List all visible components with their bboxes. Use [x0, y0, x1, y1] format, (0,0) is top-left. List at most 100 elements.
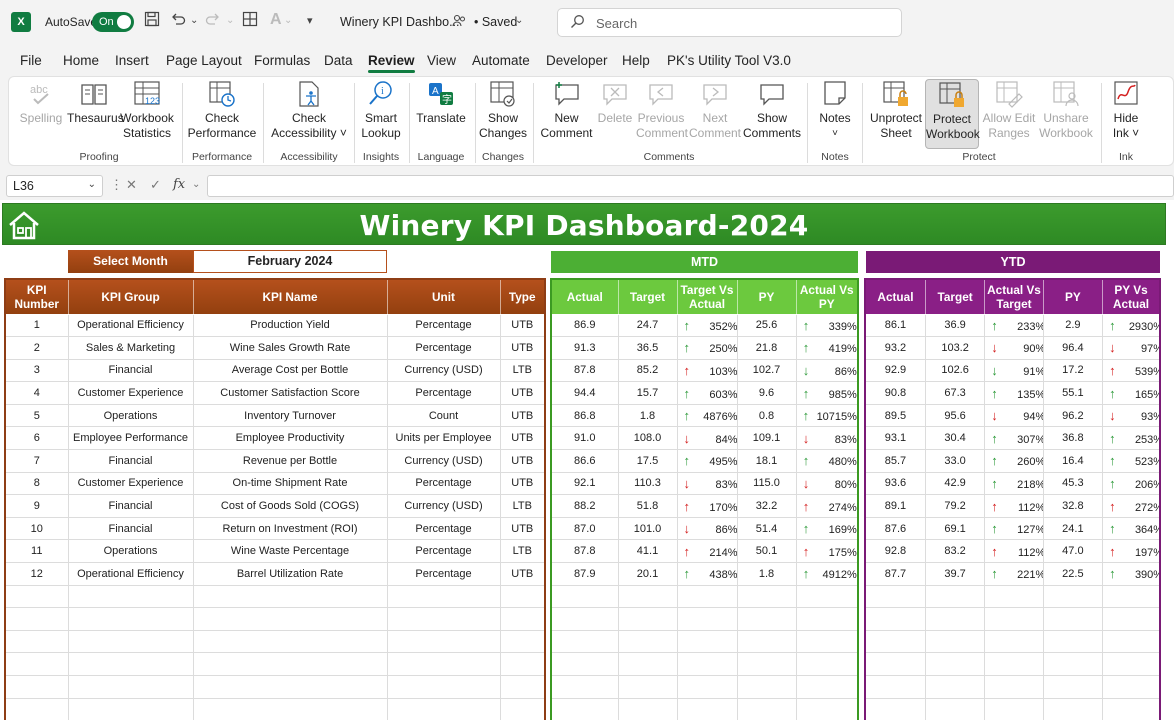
ytd-actual-cell[interactable]: 89.5	[865, 404, 926, 428]
mtd-actual-cell[interactable]: 86.9	[551, 314, 619, 338]
empty-cell[interactable]	[68, 652, 194, 676]
empty-cell[interactable]	[500, 652, 546, 676]
ytd-actual-cell[interactable]: 93.6	[865, 472, 926, 496]
autosave-toggle[interactable]: On	[92, 12, 134, 32]
kpi-group-cell[interactable]: Operational Efficiency	[68, 314, 194, 338]
ytd-target-cell[interactable]: 39.7	[925, 562, 986, 586]
ytd-actual-vs-target-cell[interactable]: ↑ 112%	[984, 539, 1044, 564]
mtd-target-vs-actual-cell[interactable]: ↑ 103%	[677, 359, 738, 383]
empty-cell[interactable]	[5, 652, 69, 676]
next-comment-button[interactable]: Next Comment	[689, 79, 741, 141]
empty-cell[interactable]	[925, 607, 986, 631]
unit-cell[interactable]: Percentage	[387, 539, 501, 564]
type-cell[interactable]: UTB	[500, 449, 546, 473]
empty-cell[interactable]	[193, 675, 388, 699]
document-title[interactable]: Winery KPI Dashbo...	[340, 15, 460, 29]
mtd-actual-vs-py-cell[interactable]: ↑ 10715%	[796, 404, 859, 428]
check-performance-button[interactable]: Check Performance	[187, 79, 257, 141]
type-cell[interactable]: UTB	[500, 426, 546, 451]
mtd-target-vs-actual-cell[interactable]: ↑ 352%	[677, 314, 738, 338]
empty-cell[interactable]	[5, 675, 69, 699]
mtd-actual-vs-py-cell[interactable]: ↑ 339%	[796, 314, 859, 338]
empty-cell[interactable]	[5, 630, 69, 654]
mtd-target-cell[interactable]: 41.1	[618, 539, 678, 564]
mtd-actual-cell[interactable]: 87.8	[551, 539, 619, 564]
empty-cell[interactable]	[551, 675, 619, 699]
redo-dropdown-icon[interactable]: ⌄	[226, 15, 234, 26]
ytd-actual-vs-target-cell[interactable]: ↓ 90%	[984, 336, 1044, 360]
empty-cell[interactable]	[796, 607, 859, 631]
kpi-name-cell[interactable]: Revenue per Bottle	[193, 449, 388, 473]
empty-cell[interactable]	[737, 652, 797, 676]
empty-cell[interactable]	[551, 607, 619, 631]
mtd-py-cell[interactable]: 51.4	[737, 517, 797, 541]
kpi-number-cell[interactable]: 11	[5, 539, 69, 564]
mtd-py-cell[interactable]: 9.6	[737, 381, 797, 405]
mtd-target-vs-actual-cell[interactable]: ↑ 250%	[677, 336, 738, 360]
ytd-target-cell[interactable]: 36.9	[925, 314, 986, 338]
empty-cell[interactable]	[925, 698, 986, 720]
kpi-name-cell[interactable]: Wine Sales Growth Rate	[193, 336, 388, 360]
ytd-actual-cell[interactable]: 92.8	[865, 539, 926, 564]
mtd-actual-cell[interactable]: 87.8	[551, 359, 619, 383]
empty-cell[interactable]	[677, 585, 738, 609]
mtd-py-cell[interactable]: 109.1	[737, 426, 797, 451]
ytd-target-cell[interactable]: 67.3	[925, 381, 986, 405]
enter-icon[interactable]: ✓	[150, 177, 161, 193]
cancel-icon[interactable]: ✕	[126, 177, 137, 193]
empty-cell[interactable]	[1102, 607, 1161, 631]
unit-cell[interactable]: Count	[387, 404, 501, 428]
ytd-py-cell[interactable]: 45.3	[1043, 472, 1104, 496]
empty-cell[interactable]	[1043, 607, 1104, 631]
empty-cell[interactable]	[387, 675, 501, 699]
hide-ink-button[interactable]: Hide Ink ˅	[1107, 79, 1145, 141]
empty-cell[interactable]	[984, 675, 1044, 699]
ytd-py-cell[interactable]: 17.2	[1043, 359, 1104, 383]
mtd-py-cell[interactable]: 0.8	[737, 404, 797, 428]
ytd-target-cell[interactable]: 95.6	[925, 404, 986, 428]
notes-button[interactable]: Notes ˅	[813, 79, 857, 141]
kpi-name-cell[interactable]: Barrel Utilization Rate	[193, 562, 388, 586]
ytd-py-cell[interactable]: 36.8	[1043, 426, 1104, 451]
empty-cell[interactable]	[500, 675, 546, 699]
ytd-py-cell[interactable]: 24.1	[1043, 517, 1104, 541]
empty-cell[interactable]	[925, 652, 986, 676]
unit-cell[interactable]: Percentage	[387, 472, 501, 496]
unit-cell[interactable]: Currency (USD)	[387, 494, 501, 518]
kpi-number-cell[interactable]: 10	[5, 517, 69, 541]
empty-cell[interactable]	[68, 607, 194, 631]
unit-cell[interactable]: Percentage	[387, 517, 501, 541]
redo-icon[interactable]	[205, 11, 221, 32]
ytd-py-cell[interactable]: 2.9	[1043, 314, 1104, 338]
show-changes-button[interactable]: Show Changes	[479, 79, 527, 141]
mtd-target-cell[interactable]: 15.7	[618, 381, 678, 405]
empty-cell[interactable]	[796, 675, 859, 699]
ytd-actual-vs-target-cell[interactable]: ↑ 127%	[984, 517, 1044, 541]
formula-input[interactable]	[207, 175, 1174, 197]
kpi-name-cell[interactable]: Production Yield	[193, 314, 388, 338]
empty-cell[interactable]	[984, 585, 1044, 609]
mtd-actual-vs-py-cell[interactable]: ↑ 985%	[796, 381, 859, 405]
tab-data[interactable]: Data	[324, 53, 353, 68]
empty-cell[interactable]	[865, 585, 926, 609]
empty-cell[interactable]	[551, 698, 619, 720]
empty-cell[interactable]	[618, 607, 678, 631]
ytd-actual-cell[interactable]: 93.2	[865, 336, 926, 360]
empty-cell[interactable]	[387, 698, 501, 720]
mtd-py-cell[interactable]: 25.6	[737, 314, 797, 338]
tab-home[interactable]: Home	[63, 53, 99, 68]
allow-edit-ranges-button[interactable]: Allow Edit Ranges	[981, 79, 1037, 141]
kpi-name-cell[interactable]: Customer Satisfaction Score	[193, 381, 388, 405]
mtd-target-cell[interactable]: 51.8	[618, 494, 678, 518]
undo-dropdown-icon[interactable]: ⌄	[190, 15, 198, 26]
mtd-py-cell[interactable]: 21.8	[737, 336, 797, 360]
unit-cell[interactable]: Percentage	[387, 336, 501, 360]
ytd-py-cell[interactable]: 47.0	[1043, 539, 1104, 564]
type-cell[interactable]: UTB	[500, 562, 546, 586]
empty-cell[interactable]	[737, 585, 797, 609]
mtd-actual-vs-py-cell[interactable]: ↑ 274%	[796, 494, 859, 518]
ytd-actual-vs-target-cell[interactable]: ↑ 307%	[984, 426, 1044, 451]
mtd-target-vs-actual-cell[interactable]: ↑ 214%	[677, 539, 738, 564]
ytd-actual-vs-target-cell[interactable]: ↑ 260%	[984, 449, 1044, 473]
mtd-py-cell[interactable]: 50.1	[737, 539, 797, 564]
